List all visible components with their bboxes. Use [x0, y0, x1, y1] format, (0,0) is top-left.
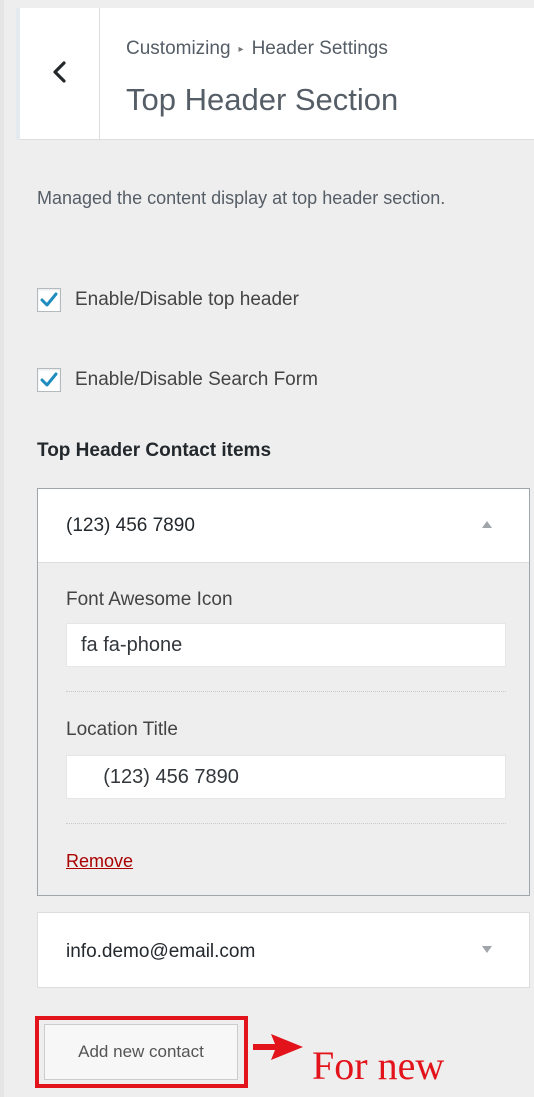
- back-button[interactable]: [16, 8, 100, 140]
- annotation-text: For new: [312, 1043, 445, 1088]
- caret-up-icon: [482, 521, 492, 528]
- breadcrumb-root: Customizing: [126, 38, 231, 59]
- icon-field-input[interactable]: fa fa-phone: [66, 623, 506, 667]
- option-label: Enable/Disable Search Form: [75, 369, 318, 390]
- contact-item-title: (123) 456 7890: [66, 515, 195, 536]
- add-new-contact-button[interactable]: Add new contact: [44, 1024, 238, 1080]
- title-field-input[interactable]: (123) 456 7890: [66, 755, 506, 799]
- section-description: Managed the content display at top heade…: [37, 188, 446, 208]
- breadcrumb-parent: Header Settings: [251, 38, 388, 59]
- customizer-panel: Customizing ▸ Header Settings Top Header…: [0, 0, 534, 1097]
- checkmark-icon: [40, 372, 58, 387]
- field-divider: [66, 823, 506, 824]
- checkbox-top-header[interactable]: [37, 288, 61, 312]
- page-title: Top Header Section: [126, 82, 399, 117]
- chevron-left-icon: [51, 60, 69, 88]
- remove-link[interactable]: Remove: [66, 851, 133, 872]
- contact-item-title: info.demo@email.com: [66, 941, 256, 962]
- section-header: Customizing ▸ Header Settings Top Header…: [16, 8, 534, 140]
- option-enable-top-header[interactable]: Enable/Disable top header: [37, 288, 299, 312]
- breadcrumb: Customizing ▸ Header Settings: [126, 38, 388, 60]
- option-label: Enable/Disable top header: [75, 289, 299, 310]
- contact-item-email[interactable]: info.demo@email.com: [37, 912, 530, 988]
- contact-group-label: Top Header Contact items: [37, 440, 272, 461]
- field-divider: [66, 691, 506, 692]
- checkmark-icon: [40, 292, 58, 307]
- breadcrumb-separator-icon: ▸: [238, 43, 244, 55]
- title-field-label: Location Title: [66, 719, 178, 740]
- option-enable-search-form[interactable]: Enable/Disable Search Form: [37, 368, 318, 392]
- checkbox-search-form[interactable]: [37, 368, 61, 392]
- icon-field-label: Font Awesome Icon: [66, 589, 233, 610]
- contact-item-header[interactable]: (123) 456 7890: [38, 489, 529, 563]
- contact-item-phone: (123) 456 7890 Font Awesome Icon fa fa-p…: [37, 488, 530, 896]
- annotation-arrow-icon: [253, 1034, 303, 1060]
- caret-down-icon: [482, 946, 492, 953]
